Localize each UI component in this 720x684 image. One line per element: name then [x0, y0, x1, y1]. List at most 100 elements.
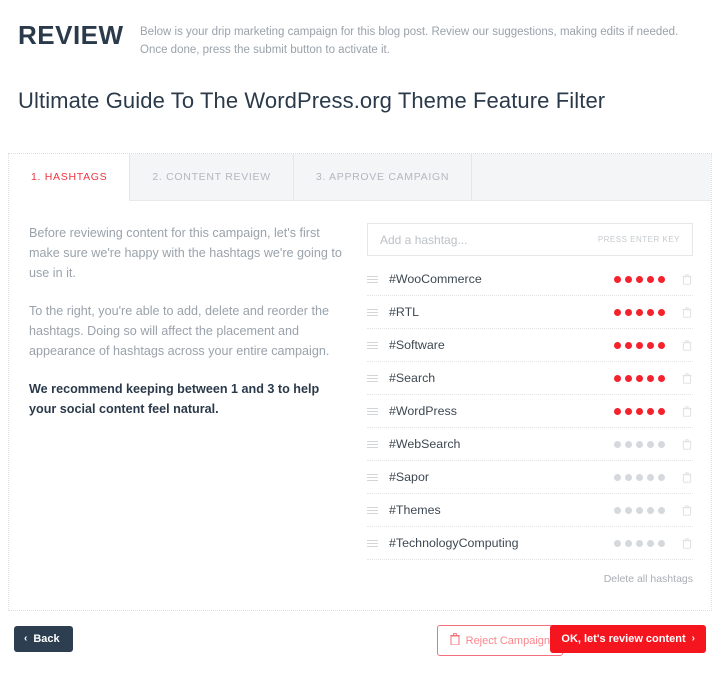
rating-dot: [614, 473, 621, 481]
rating-dot: [647, 275, 654, 283]
delete-hashtag-icon[interactable]: [681, 471, 693, 483]
approve-continue-label: OK, let's review content: [561, 633, 686, 645]
delete-hashtag-icon[interactable]: [681, 405, 693, 417]
hashtag-row: #Themes: [367, 494, 693, 527]
hashtag-rating-dots: [614, 506, 665, 514]
rating-dot: [625, 341, 632, 349]
hashtag-input[interactable]: [380, 232, 590, 247]
delete-hashtag-icon[interactable]: [681, 438, 693, 450]
rating-dot: [625, 440, 632, 448]
rating-dot: [614, 440, 621, 448]
tab-bar: 1. HASHTAGS 2. CONTENT REVIEW 3. APPROVE…: [9, 154, 711, 201]
hashtag-label: #WordPress: [389, 404, 457, 418]
rating-dot: [658, 440, 665, 448]
rating-dot: [658, 308, 665, 316]
rating-dot: [647, 506, 654, 514]
hashtag-rating-dots: [614, 440, 665, 448]
rating-dot: [636, 374, 643, 382]
rating-dot: [636, 440, 643, 448]
delete-hashtag-icon[interactable]: [681, 372, 693, 384]
delete-hashtag-icon[interactable]: [681, 273, 693, 285]
drag-handle-icon[interactable]: [367, 341, 381, 349]
rating-dot: [636, 407, 643, 415]
rating-dot: [647, 407, 654, 415]
hashtag-input-wrapper[interactable]: PRESS ENTER KEY: [367, 223, 693, 256]
hashtag-row: #WooCommerce: [367, 263, 693, 296]
hashtag-rating-dots: [614, 407, 665, 415]
chevron-left-icon: ‹: [24, 633, 28, 644]
reject-campaign-button[interactable]: Reject Campaign: [436, 625, 563, 656]
drag-handle-icon[interactable]: [367, 407, 381, 415]
rating-dot: [658, 341, 665, 349]
rating-dot: [658, 539, 665, 547]
drag-handle-icon[interactable]: [367, 473, 381, 481]
drag-handle-icon[interactable]: [367, 308, 381, 316]
rating-dot: [658, 407, 665, 415]
rating-dot: [614, 341, 621, 349]
hashtag-rating-dots: [614, 473, 665, 481]
rating-dot: [636, 308, 643, 316]
press-enter-hint: PRESS ENTER KEY: [597, 235, 680, 244]
rating-dot: [614, 407, 621, 415]
tab-approve-campaign[interactable]: 3. APPROVE CAMPAIGN: [293, 154, 473, 200]
hashtag-rating-dots: [614, 374, 665, 382]
drag-handle-icon[interactable]: [367, 506, 381, 514]
drag-handle-icon[interactable]: [367, 374, 381, 382]
hashtag-panel: PRESS ENTER KEY #WooCommerce #RTL #Softwar…: [367, 223, 693, 611]
rating-dot: [625, 473, 632, 481]
delete-hashtag-icon[interactable]: [681, 339, 693, 351]
drag-handle-icon[interactable]: [367, 440, 381, 448]
rating-dot: [625, 275, 632, 283]
hashtag-row: #RTL: [367, 296, 693, 329]
instruction-paragraph-2: To the right, you're able to add, delete…: [29, 304, 330, 358]
hashtag-row: #Sapor: [367, 461, 693, 494]
hashtag-list: #WooCommerce #RTL #Software #Search #WordPre…: [367, 263, 693, 560]
approve-continue-button[interactable]: OK, let's review content ›: [550, 625, 706, 653]
drag-handle-icon[interactable]: [367, 275, 381, 283]
tab-hashtags[interactable]: 1. HASHTAGS: [9, 154, 131, 201]
hashtag-label: #RTL: [389, 305, 420, 319]
rating-dot: [625, 407, 632, 415]
instructions-panel: Before reviewing content for this campai…: [19, 223, 367, 611]
back-button[interactable]: ‹ Back: [14, 626, 73, 652]
rating-dot: [658, 374, 665, 382]
review-card: 1. HASHTAGS 2. CONTENT REVIEW 3. APPROVE…: [8, 153, 712, 611]
hashtag-row: #WordPress: [367, 395, 693, 428]
page-header: REVIEW Below is your drip marketing camp…: [0, 0, 720, 76]
instruction-paragraph-3: We recommend keeping between 1 and 3 to …: [29, 382, 320, 416]
rating-dot: [614, 308, 621, 316]
back-button-label: Back: [33, 633, 60, 645]
page-description: Below is your drip marketing campaign fo…: [140, 26, 679, 56]
review-page: REVIEW Below is your drip marketing camp…: [0, 0, 720, 684]
hashtag-label: #WebSearch: [389, 437, 461, 451]
rating-dot: [647, 539, 654, 547]
page-title: REVIEW: [18, 20, 124, 50]
tab-content-review[interactable]: 2. CONTENT REVIEW: [130, 154, 294, 200]
rating-dot: [647, 473, 654, 481]
reject-campaign-label: Reject Campaign: [465, 634, 550, 647]
hashtag-label: #Themes: [389, 503, 441, 517]
rating-dot: [658, 473, 665, 481]
rating-dot: [636, 473, 643, 481]
hashtag-rating-dots: [614, 341, 665, 349]
delete-hashtag-icon[interactable]: [681, 306, 693, 318]
hashtag-rating-dots: [614, 539, 665, 547]
hashtag-row: #Search: [367, 362, 693, 395]
rating-dot: [636, 539, 643, 547]
rating-dot: [636, 275, 643, 283]
rating-dot: [647, 341, 654, 349]
rating-dot: [625, 308, 632, 316]
instruction-paragraph-1: Before reviewing content for this campai…: [29, 226, 342, 280]
hashtag-rating-dots: [614, 275, 665, 283]
rating-dot: [658, 275, 665, 283]
drag-handle-icon[interactable]: [367, 539, 381, 547]
delete-hashtag-icon[interactable]: [681, 504, 693, 516]
hashtag-label: #Search: [389, 371, 436, 385]
delete-hashtag-icon[interactable]: [681, 537, 693, 549]
delete-all-hashtags-link[interactable]: Delete all hashtags: [604, 573, 693, 585]
hashtag-label: #WooCommerce: [389, 272, 482, 286]
footer-bar: ‹ Back Reject Campaign OK, let's review …: [0, 620, 720, 684]
post-title: Ultimate Guide To The WordPress.org Them…: [18, 88, 606, 113]
hashtag-label: #Software: [389, 338, 445, 352]
card-body: Before reviewing content for this campai…: [9, 201, 711, 611]
